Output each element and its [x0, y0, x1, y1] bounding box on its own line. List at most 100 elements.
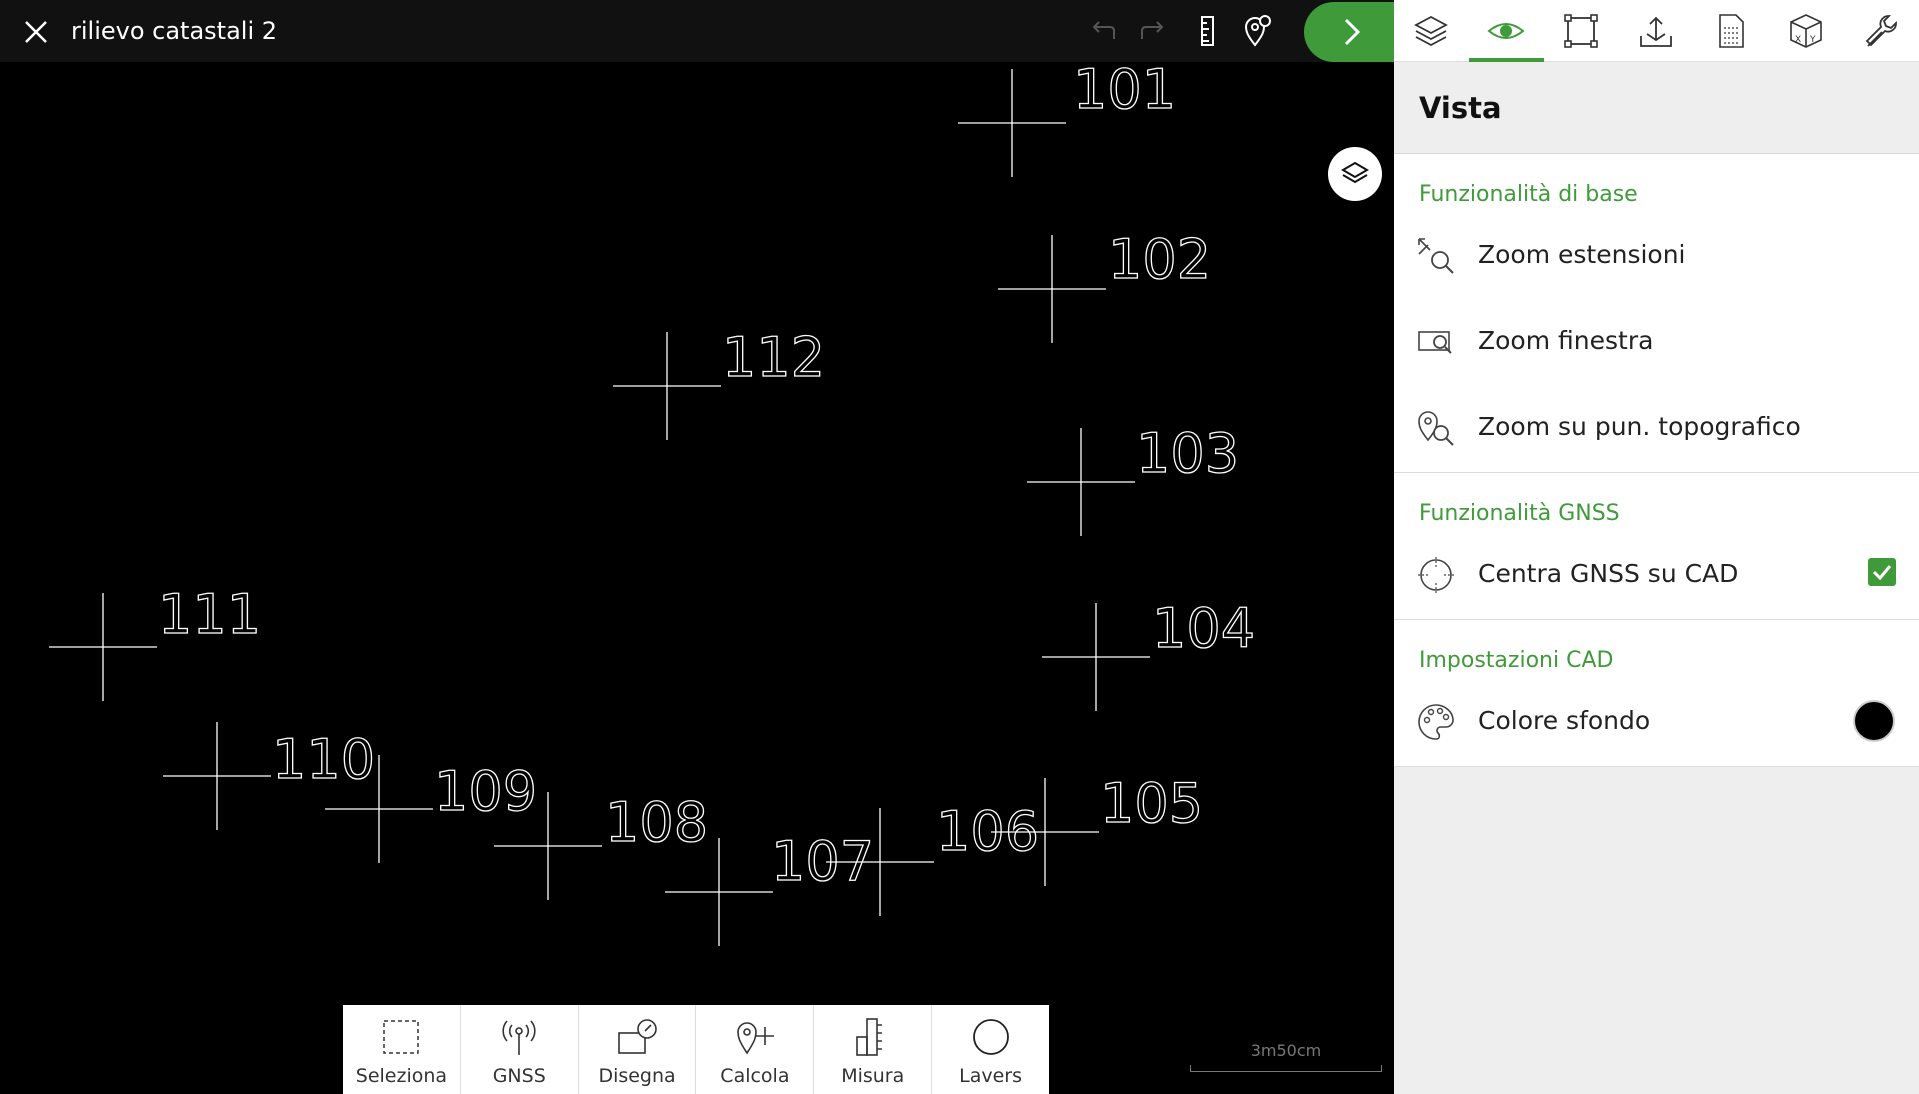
- point-label: 107: [771, 830, 874, 893]
- scale-label: 3m50cm: [1250, 1041, 1322, 1060]
- toolbar-disegna[interactable]: Disegna: [579, 1005, 697, 1094]
- document-title: rilievo catastali 2: [71, 17, 278, 45]
- tab-view[interactable]: [1469, 0, 1544, 62]
- palette-icon: [1418, 704, 1454, 740]
- ruler-button[interactable]: [1190, 13, 1226, 49]
- survey-point[interactable]: 112: [613, 325, 826, 440]
- panel-header: Vista: [1394, 62, 1919, 154]
- zoom-window-icon: [1418, 331, 1452, 354]
- panel-title: Vista: [1419, 91, 1502, 125]
- zoom-point-item[interactable]: Zoom su pun. topografico: [1394, 386, 1919, 472]
- svg-text:Y: Y: [1809, 35, 1816, 45]
- eye-icon: [1487, 23, 1525, 39]
- toolbar-calcola[interactable]: Calcola: [696, 1005, 815, 1094]
- point-label: 109: [434, 760, 537, 823]
- frame-icon: [1564, 14, 1598, 48]
- point-label: 102: [1108, 228, 1211, 291]
- toolbar-misura[interactable]: Misura: [814, 1005, 933, 1094]
- tab-coordinates[interactable]: X Y: [1769, 0, 1844, 62]
- pin-plus-icon: [737, 1022, 774, 1055]
- cube-xy-icon: X Y: [1790, 14, 1822, 48]
- bottom-toolbar: Seleziona GNSS Disegna Calcola Misura La…: [343, 1005, 1049, 1094]
- toolbar-label: GNSS: [492, 1065, 546, 1087]
- undo-icon: [1092, 21, 1115, 39]
- tab-import-export[interactable]: [1619, 0, 1694, 62]
- toolbar-label: Calcola: [720, 1065, 790, 1087]
- survey-point[interactable]: 111: [49, 582, 262, 701]
- document-icon: [1719, 14, 1744, 48]
- tab-extents[interactable]: [1544, 0, 1619, 62]
- section-title: Impostazioni CAD: [1419, 648, 1614, 673]
- toolbar-gnss[interactable]: GNSS: [461, 1005, 579, 1094]
- point-label: 104: [1152, 597, 1255, 660]
- toolbar-label: Misura: [841, 1065, 905, 1087]
- layers-floating-button[interactable]: [1328, 147, 1382, 201]
- chevron-right-icon: [1344, 18, 1361, 46]
- section-cad-settings: Impostazioni CAD Colore sfondo: [1394, 620, 1919, 767]
- location-pins-icon: [1244, 15, 1271, 47]
- point-label: 105: [1100, 772, 1203, 835]
- gnss-locate-button[interactable]: [1240, 13, 1276, 49]
- zoom-extents-item[interactable]: Zoom estensioni: [1394, 214, 1919, 300]
- zoom-extents-icon: [1418, 238, 1454, 274]
- close-button[interactable]: [18, 14, 54, 50]
- scale-bar: 3m50cm: [1190, 1041, 1382, 1072]
- tab-layers[interactable]: [1394, 0, 1469, 62]
- point-label: 106: [936, 800, 1039, 863]
- antenna-icon: [502, 1020, 536, 1055]
- dashed-select-icon: [383, 1020, 420, 1054]
- item-label: Zoom finestra: [1478, 326, 1654, 355]
- point-label: 101: [1073, 62, 1176, 121]
- cad-drawing[interactable]: 101 102 103 104 105 106 107 108 109 110 111 112: [0, 62, 1394, 1094]
- toolbar-label: Seleziona: [355, 1065, 448, 1087]
- panel-tabs: X Y: [1394, 0, 1919, 62]
- zoom-window-item[interactable]: Zoom finestra: [1394, 300, 1919, 386]
- layers-icon: [1414, 15, 1448, 47]
- toolbar-label: Disegna: [598, 1065, 676, 1087]
- layers-icon: [1341, 161, 1369, 184]
- survey-point[interactable]: 110: [163, 722, 376, 830]
- background-color-item[interactable]: Colore sfondo: [1394, 680, 1919, 766]
- svg-text:X: X: [1795, 35, 1801, 45]
- toolbar-lavers[interactable]: Lavers: [932, 1005, 1049, 1094]
- toolbar-label: Lavers: [959, 1065, 1022, 1087]
- wrench-icon: [1865, 15, 1897, 47]
- survey-point[interactable]: 104: [1042, 596, 1256, 711]
- zoom-point-icon: [1418, 411, 1454, 446]
- survey-point[interactable]: 101: [958, 62, 1177, 177]
- top-bar: rilievo catastali 2: [0, 0, 1394, 62]
- point-label: 110: [272, 728, 375, 791]
- upload-download-icon: [1640, 16, 1672, 47]
- draw-icon: [618, 1019, 657, 1054]
- tab-settings[interactable]: [1844, 0, 1919, 62]
- point-label: 111: [158, 583, 261, 646]
- item-label: Zoom su pun. topografico: [1478, 412, 1801, 441]
- section-gnss: Funzionalità GNSS Centra GNSS su CAD: [1394, 473, 1919, 620]
- section-title: Funzionalità di base: [1419, 182, 1638, 207]
- tab-document[interactable]: [1694, 0, 1769, 62]
- section-title: Funzionalità GNSS: [1419, 501, 1620, 526]
- item-label: Colore sfondo: [1478, 706, 1651, 735]
- redo-icon: [1141, 21, 1164, 39]
- checkmark-icon: [1872, 565, 1892, 581]
- item-label: Zoom estensioni: [1478, 240, 1686, 269]
- undo-button[interactable]: [1086, 13, 1122, 49]
- cad-canvas[interactable]: 101 102 103 104 105 106 107 108 109 110 111 112: [0, 62, 1394, 1094]
- redo-button[interactable]: [1134, 13, 1170, 49]
- item-label: Centra GNSS su CAD: [1478, 559, 1739, 588]
- survey-point[interactable]: 102: [998, 227, 1212, 343]
- center-gnss-item[interactable]: Centra GNSS su CAD: [1394, 533, 1919, 619]
- point-label: 103: [1136, 422, 1239, 485]
- close-icon: [25, 21, 47, 43]
- background-color-swatch[interactable]: [1853, 700, 1895, 742]
- point-label: 108: [605, 791, 708, 854]
- ruler-icon: [855, 1018, 882, 1056]
- circle-icon: [972, 1019, 1009, 1055]
- point-label: 112: [722, 326, 825, 389]
- next-button[interactable]: [1304, 2, 1394, 62]
- toolbar-seleziona[interactable]: Seleziona: [343, 1005, 461, 1094]
- center-gnss-checkbox[interactable]: [1868, 558, 1896, 586]
- view-panel: Vista Funzionalità di base Zoom estensio…: [1394, 62, 1919, 1094]
- scale-line: [1190, 1065, 1382, 1072]
- survey-point[interactable]: 103: [1027, 421, 1240, 536]
